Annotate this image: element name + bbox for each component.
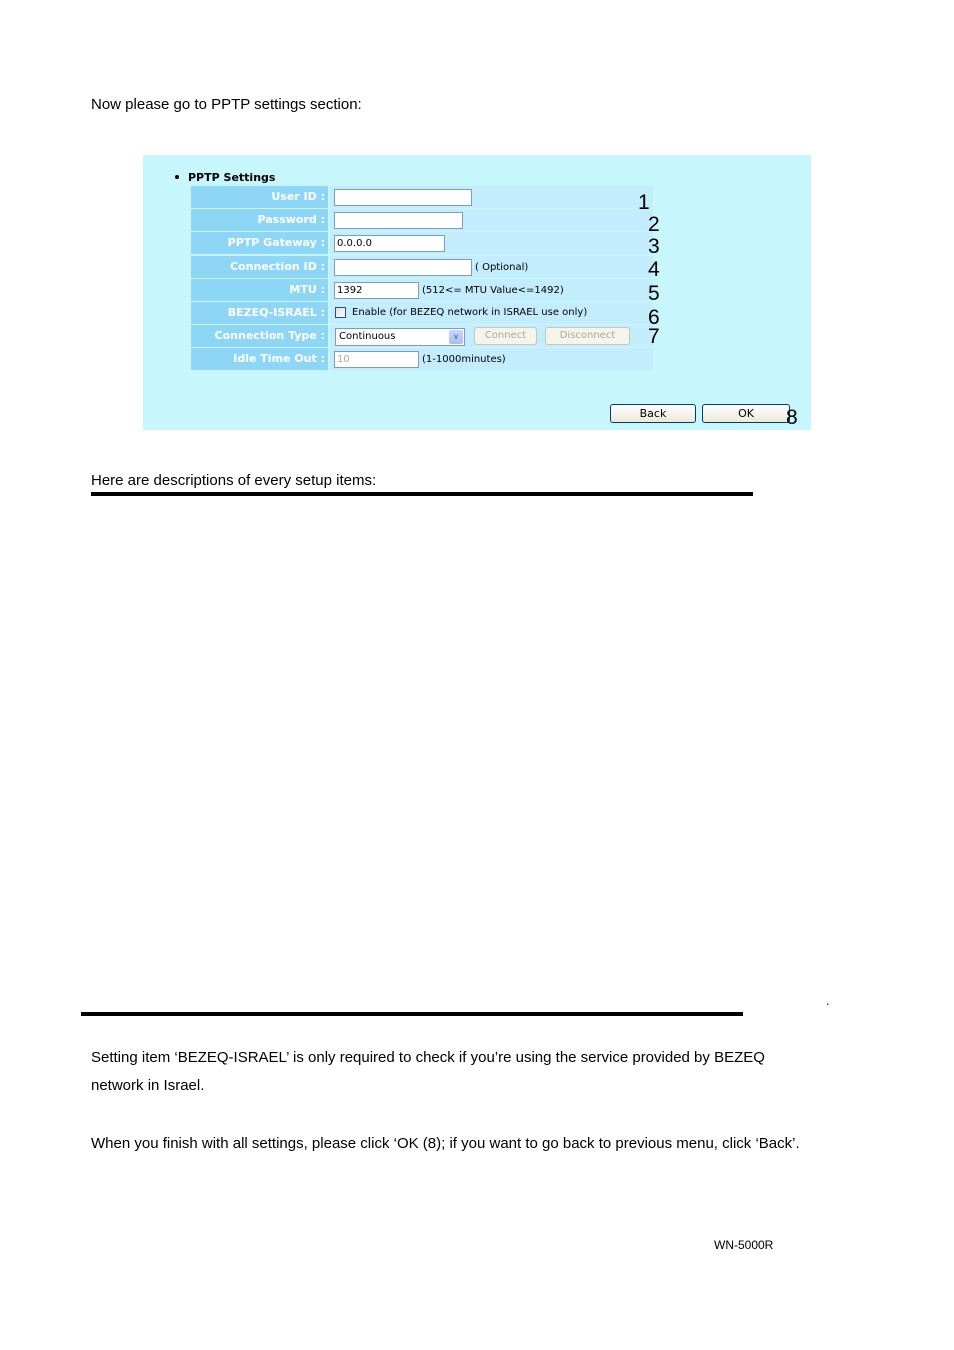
user-id-label: User ID : xyxy=(191,186,328,208)
connection-type-select[interactable]: Continuous ∨ xyxy=(335,328,465,346)
pptp-gateway-cell: 0.0.0.0 xyxy=(330,232,653,254)
footer-model: WN-5000R xyxy=(714,1238,774,1252)
section-title-text: PPTP Settings xyxy=(188,171,276,184)
user-id-cell xyxy=(330,186,653,208)
back-button[interactable]: Back xyxy=(610,404,696,423)
connection-id-label: Connection ID : xyxy=(191,256,328,278)
pptp-gateway-input[interactable]: 0.0.0.0 xyxy=(334,235,445,252)
callout-7: 7 xyxy=(648,325,660,348)
bezeq-enable-checkbox[interactable] xyxy=(335,307,346,318)
mtu-label: MTU : xyxy=(191,279,328,301)
callout-4: 4 xyxy=(648,258,660,281)
top-rule xyxy=(91,492,753,496)
connection-id-hint: ( Optional) xyxy=(475,262,529,273)
password-input[interactable] xyxy=(334,212,463,229)
row-idle-time-out: Idle Time Out : 10 (1-1000minutes) xyxy=(191,348,653,370)
password-cell xyxy=(330,209,653,231)
callout-1: 1 xyxy=(638,191,650,214)
chevron-down-icon[interactable]: ∨ xyxy=(449,330,463,344)
mtu-hint: (512<= MTU Value<=1492) xyxy=(422,285,564,296)
mtu-input[interactable]: 1392 xyxy=(334,282,419,299)
trailing-dot: . xyxy=(826,994,830,1008)
connect-button[interactable]: Connect xyxy=(474,327,537,345)
bottom-rule xyxy=(81,1012,743,1016)
ok-button[interactable]: OK xyxy=(702,404,790,423)
row-user-id: User ID : xyxy=(191,186,653,208)
row-mtu: MTU : 1392 (512<= MTU Value<=1492) xyxy=(191,279,653,301)
connection-id-input[interactable] xyxy=(334,259,472,276)
intro-text: Now please go to PPTP settings section: xyxy=(91,96,362,113)
user-id-input[interactable] xyxy=(334,189,472,206)
bezeq-enable-label: Enable (for BEZEQ network in ISRAEL use … xyxy=(352,307,588,318)
row-connection-id: Connection ID : ( Optional) xyxy=(191,256,653,278)
callout-5: 5 xyxy=(648,282,660,305)
connection-type-selected: Continuous xyxy=(339,331,396,342)
connection-id-cell: ( Optional) xyxy=(330,256,653,278)
idle-time-out-cell: 10 (1-1000minutes) xyxy=(330,348,653,370)
bezeq-note-line1: Setting item ‘BEZEQ-ISRAEL’ is only requ… xyxy=(91,1049,765,1066)
callout-8: 8 xyxy=(786,406,798,429)
mtu-cell: 1392 (512<= MTU Value<=1492) xyxy=(330,279,653,301)
callout-3: 3 xyxy=(648,235,660,258)
idle-time-out-input[interactable]: 10 xyxy=(334,351,419,368)
finish-note: When you finish with all settings, pleas… xyxy=(91,1135,800,1152)
password-label: Password : xyxy=(191,209,328,231)
bezeq-note-line2: network in Israel. xyxy=(91,1077,205,1094)
idle-time-out-hint: (1-1000minutes) xyxy=(422,354,506,365)
descriptions-heading: Here are descriptions of every setup ite… xyxy=(91,472,377,489)
idle-time-out-label: Idle Time Out : xyxy=(191,348,328,370)
row-pptp-gateway: PPTP Gateway : 0.0.0.0 xyxy=(191,232,653,254)
bullet-icon xyxy=(175,175,179,179)
row-connection-type: Connection Type : Continuous ∨ Connect D… xyxy=(191,325,653,347)
pptp-gateway-label: PPTP Gateway : xyxy=(191,232,328,254)
bezeq-israel-label: BEZEQ-ISRAEL : xyxy=(191,302,328,324)
bezeq-israel-cell: Enable (for BEZEQ network in ISRAEL use … xyxy=(330,302,653,324)
section-title: PPTP Settings xyxy=(175,171,275,184)
connection-type-label: Connection Type : xyxy=(191,325,328,347)
callout-2: 2 xyxy=(648,213,660,236)
disconnect-button[interactable]: Disconnect xyxy=(545,327,630,345)
row-bezeq-israel: BEZEQ-ISRAEL : Enable (for BEZEQ network… xyxy=(191,302,653,324)
row-password: Password : xyxy=(191,209,653,231)
connection-type-cell: Continuous ∨ Connect Disconnect xyxy=(330,325,653,347)
